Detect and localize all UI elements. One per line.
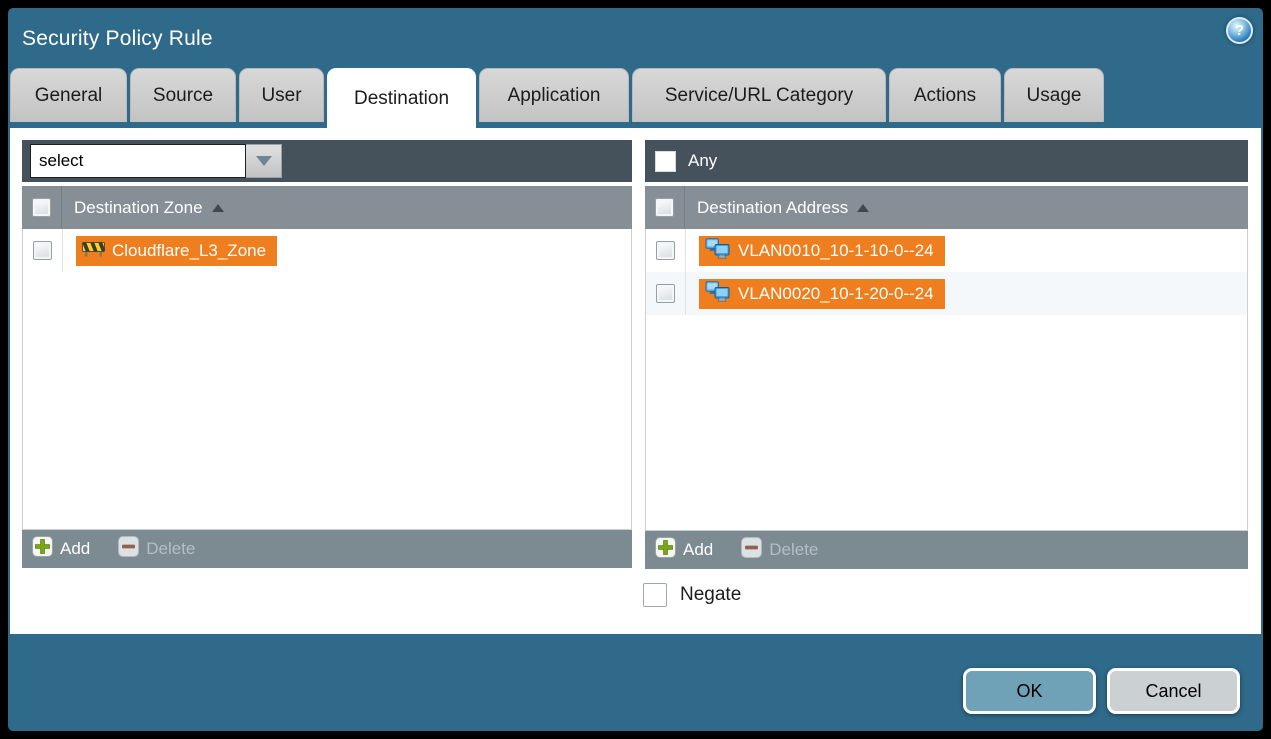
address-item-vlan0010[interactable]: VLAN0010_10-1-10-0--24: [699, 236, 945, 266]
zone-select-all-checkbox[interactable]: [32, 198, 51, 217]
address-delete-label: Delete: [769, 540, 818, 560]
address-row-checkbox[interactable]: [656, 284, 675, 303]
address-row-checkbox[interactable]: [656, 241, 675, 260]
zone-delete-button[interactable]: Delete: [118, 536, 195, 562]
address-panel-header: Any: [645, 140, 1248, 182]
address-list: VLAN0010_10-1-10-0--24: [645, 229, 1248, 531]
zone-row: Cloudflare_L3_Zone: [23, 229, 631, 272]
zone-column-title[interactable]: Destination Zone: [74, 198, 203, 218]
zone-add-button[interactable]: Add: [32, 536, 90, 562]
help-icon[interactable]: ?: [1226, 17, 1253, 44]
zone-panel-header: [22, 140, 632, 182]
sort-ascending-icon[interactable]: [212, 204, 224, 212]
tab-application[interactable]: Application: [479, 68, 629, 122]
zone-icon: [82, 240, 105, 262]
zone-list: Cloudflare_L3_Zone: [22, 229, 632, 530]
zone-type-dropdown-button[interactable]: [246, 144, 282, 178]
tab-actions[interactable]: Actions: [889, 68, 1001, 122]
zone-item-label: Cloudflare_L3_Zone: [112, 241, 266, 261]
address-item-label: VLAN0020_10-1-20-0--24: [738, 284, 934, 304]
address-item-vlan0020[interactable]: VLAN0020_10-1-20-0--24: [699, 279, 945, 309]
address-icon: [705, 281, 731, 307]
destination-address-panel: Any Destination Address: [645, 140, 1248, 569]
zone-column-header: Destination Zone: [22, 186, 632, 229]
negate-label: Negate: [680, 584, 741, 606]
address-icon: [705, 238, 731, 264]
delete-icon: [741, 537, 762, 563]
add-icon: [32, 536, 53, 562]
zone-item-cloudflare-l3-zone[interactable]: Cloudflare_L3_Zone: [76, 236, 277, 266]
tab-general[interactable]: General: [10, 68, 127, 122]
cancel-button[interactable]: Cancel: [1107, 668, 1240, 714]
zone-toolbar: Add Delete: [22, 530, 632, 568]
address-column-title[interactable]: Destination Address: [697, 198, 848, 218]
address-select-all-checkbox[interactable]: [655, 198, 674, 217]
zone-add-label: Add: [60, 539, 90, 559]
zone-type-combobox: [30, 144, 282, 178]
chevron-down-icon: [256, 156, 272, 166]
tab-usage[interactable]: Usage: [1004, 68, 1104, 122]
zone-type-input[interactable]: [30, 144, 246, 178]
address-toolbar: Add Delete: [645, 531, 1248, 569]
zone-row-checkbox[interactable]: [33, 241, 52, 260]
address-row: VLAN0020_10-1-20-0--24: [646, 272, 1247, 315]
tab-source[interactable]: Source: [130, 68, 236, 122]
delete-icon: [118, 536, 139, 562]
address-add-label: Add: [683, 540, 713, 560]
address-item-label: VLAN0010_10-1-10-0--24: [738, 241, 934, 261]
negate-checkbox[interactable]: [643, 583, 667, 607]
tab-bar: General Source User Destination Applicat…: [10, 68, 1104, 128]
address-column-header: Destination Address: [645, 186, 1248, 229]
any-label: Any: [688, 151, 717, 171]
address-delete-button[interactable]: Delete: [741, 537, 818, 563]
tab-service-url-category[interactable]: Service/URL Category: [632, 68, 886, 122]
sort-ascending-icon[interactable]: [857, 204, 869, 212]
any-checkbox[interactable]: [655, 151, 676, 172]
add-icon: [655, 537, 676, 563]
destination-tab-content: Destination Zone: [10, 128, 1261, 634]
zone-delete-label: Delete: [146, 539, 195, 559]
ok-button[interactable]: OK: [963, 668, 1096, 714]
dialog-title: Security Policy Rule: [22, 27, 213, 51]
address-row: VLAN0010_10-1-10-0--24: [646, 229, 1247, 272]
tab-user[interactable]: User: [239, 68, 324, 122]
tab-destination[interactable]: Destination: [327, 68, 476, 128]
destination-zone-panel: Destination Zone: [22, 140, 632, 568]
address-add-button[interactable]: Add: [655, 537, 713, 563]
negate-option: Negate: [643, 583, 741, 607]
security-policy-rule-dialog: Security Policy Rule ? General Source Us…: [8, 8, 1263, 731]
